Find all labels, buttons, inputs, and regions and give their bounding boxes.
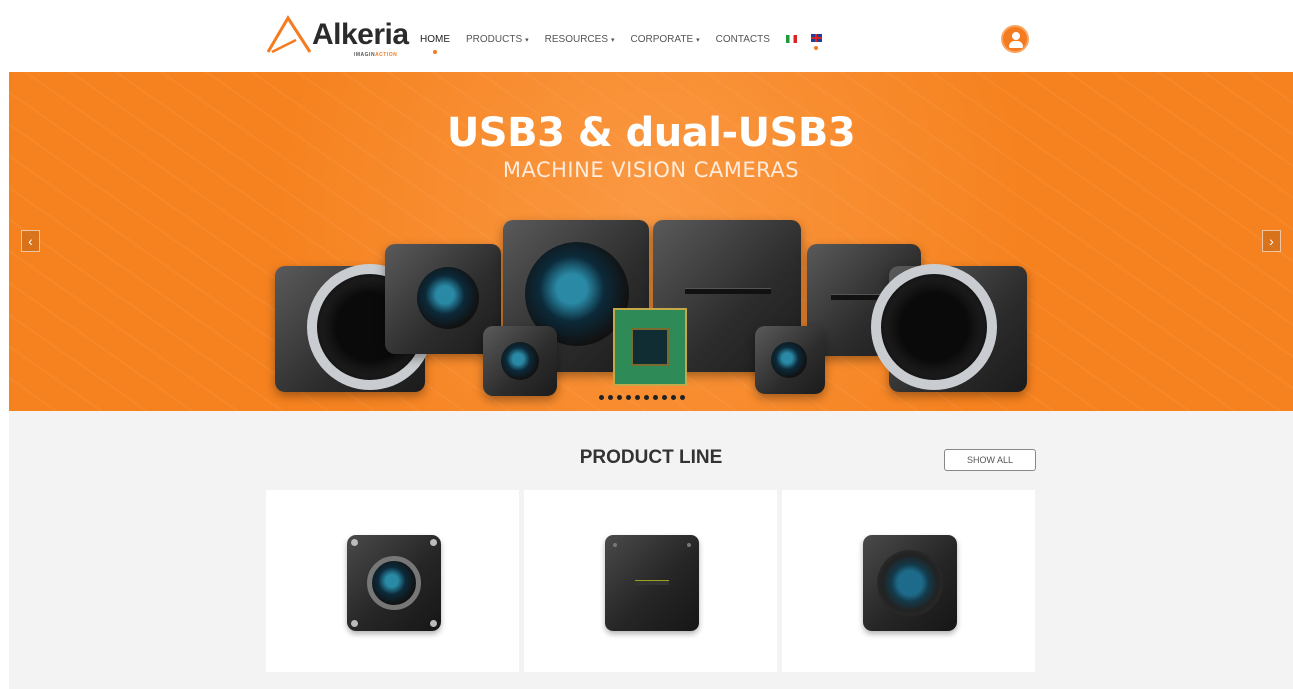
product-image	[347, 535, 441, 631]
chevron-left-icon: ‹	[28, 233, 33, 249]
slider-dot[interactable]	[635, 395, 640, 400]
nav-products-label: PRODUCTS	[466, 33, 523, 45]
slider-pagination	[599, 395, 689, 400]
hero-title: USB3 & dual-USB3	[446, 110, 856, 156]
chevron-right-icon: ›	[1269, 233, 1274, 249]
main-nav: HOME PRODUCTS ▾ RESOURCES ▾ CORPORATE ▾ CON…	[420, 32, 836, 54]
screw	[687, 543, 691, 547]
camera-lens	[877, 550, 943, 616]
slider-dot[interactable]	[662, 395, 667, 400]
nav-home-label: HOME	[420, 33, 450, 45]
product-card[interactable]	[266, 490, 519, 672]
product-card[interactable]	[524, 490, 777, 672]
camera-slit	[685, 288, 771, 294]
nav-contacts-label: CONTACTS	[715, 33, 770, 45]
slider-dot[interactable]	[626, 395, 631, 400]
slider-dot[interactable]	[617, 395, 622, 400]
slider-dot[interactable]	[608, 395, 613, 400]
caret-down-icon: ▾	[696, 36, 700, 44]
camera-slit	[635, 580, 669, 585]
nav-resources[interactable]: RESOURCES ▾	[545, 34, 615, 45]
uk-flag-icon[interactable]	[810, 33, 822, 42]
product-line-section: PRODUCT LINE SHOW ALL	[9, 411, 1293, 689]
hero-subtitle: MACHINE VISION CAMERAS	[502, 158, 800, 182]
screw	[613, 543, 617, 547]
screw	[351, 620, 358, 627]
logo-wordmark: Alkeria	[312, 18, 409, 51]
active-indicator	[433, 49, 437, 54]
nav-home[interactable]: HOME	[420, 33, 450, 54]
screw	[351, 539, 358, 546]
slider-dot[interactable]	[644, 395, 649, 400]
slider-next-button[interactable]: ›	[1262, 230, 1281, 252]
nav-corporate[interactable]: CORPORATE ▾	[631, 34, 700, 45]
nav-corporate-label: CORPORATE	[630, 33, 694, 45]
slider-dot[interactable]	[599, 395, 604, 400]
logo-tagline: IMAGINACTION	[354, 52, 397, 58]
camera-lens	[417, 267, 479, 329]
italy-flag-icon[interactable]	[785, 35, 797, 43]
user-icon	[1012, 32, 1020, 40]
camera-lens	[501, 342, 539, 380]
slider-dot[interactable]	[653, 395, 658, 400]
site-header: Alkeria IMAGINACTION HOME PRODUCTS ▾ RESO…	[0, 0, 1293, 72]
product-image	[863, 535, 957, 631]
logo-tagline-accent: ACTION	[375, 52, 398, 58]
language-en	[810, 33, 836, 50]
language-selected-indicator	[813, 45, 818, 50]
product-card[interactable]	[782, 490, 1035, 672]
camera-lens	[367, 556, 421, 610]
alkeria-logo[interactable]: Alkeria IMAGINACTION	[266, 12, 409, 60]
nav-products[interactable]: PRODUCTS ▾	[466, 34, 529, 45]
hero-slider: USB3 & dual-USB3 MACHINE VISION CAMERAS …	[9, 72, 1293, 411]
logo-triangle-icon	[266, 15, 312, 54]
screw	[430, 620, 437, 627]
user-icon-body	[1009, 41, 1023, 48]
caret-down-icon: ▾	[525, 36, 529, 44]
logo-tagline-main: IMAGIN	[354, 52, 376, 58]
nav-contacts[interactable]: CONTACTS	[716, 34, 770, 45]
product-image	[605, 535, 699, 631]
camera-lens-ring	[871, 264, 997, 390]
nav-resources-label: RESOURCES	[544, 33, 608, 45]
slider-dot[interactable]	[671, 395, 676, 400]
user-account-button[interactable]	[1001, 25, 1029, 53]
slider-dot[interactable]	[680, 395, 685, 400]
camera-lens	[771, 342, 807, 378]
screw	[430, 539, 437, 546]
show-all-button[interactable]: SHOW ALL	[944, 449, 1036, 471]
section-title: PRODUCT LINE	[579, 447, 723, 468]
caret-down-icon: ▾	[611, 36, 615, 44]
slider-prev-button[interactable]: ‹	[21, 230, 40, 252]
sensor-chip	[631, 328, 669, 366]
